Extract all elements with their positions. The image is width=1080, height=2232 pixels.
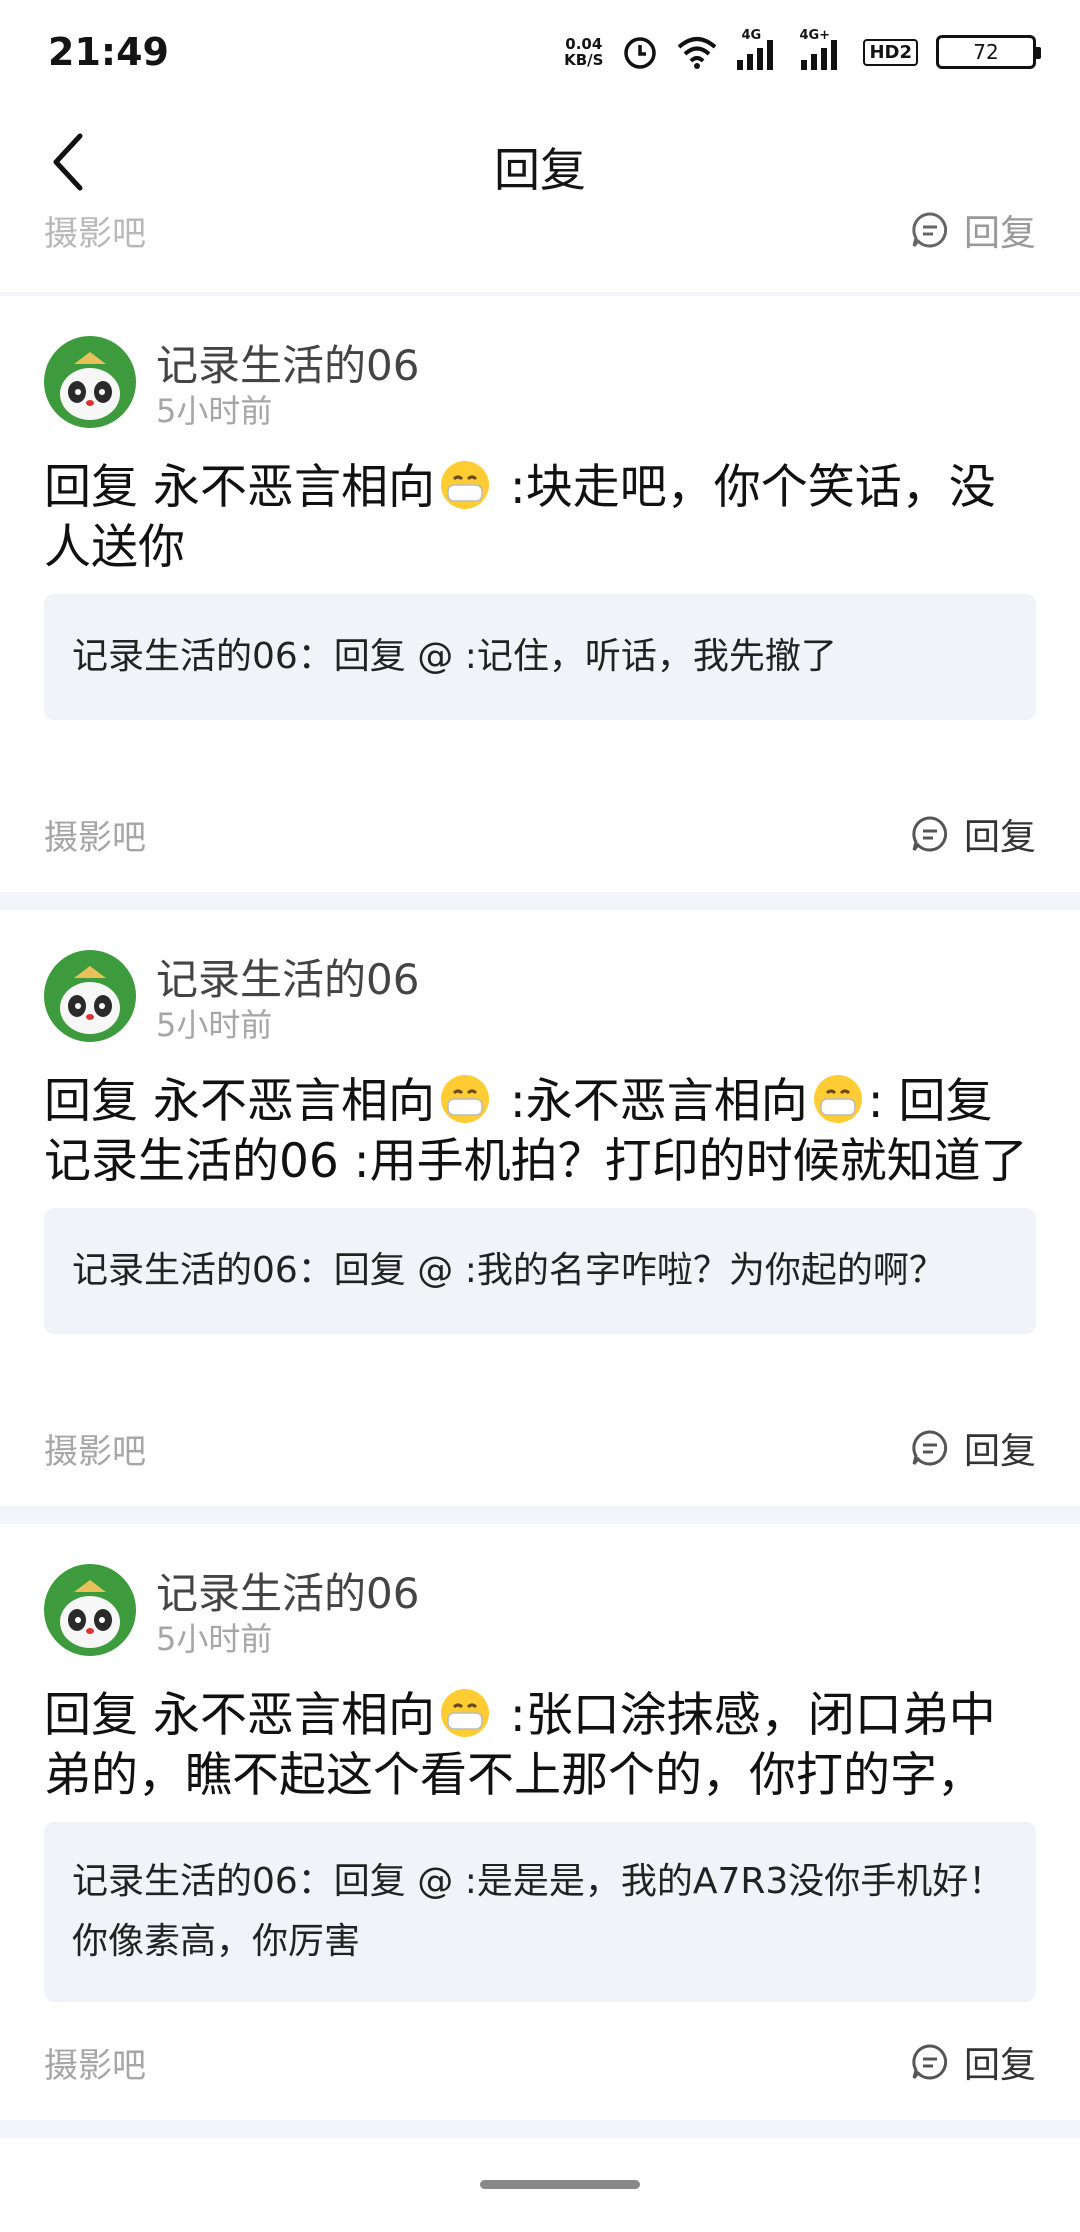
forum-link[interactable]: 摄影吧 [44,206,146,255]
net-speed: 0.04 KB/S [564,36,603,68]
reply-button[interactable]: 回复 [910,204,1036,256]
hd-voice-badge: HD2 [863,38,918,66]
avatar[interactable] [44,336,136,428]
quote-text: 记录生活的06：回复 @ :是是是，我的A7R3没你手机好！你像素高，你厉害 [72,1861,1005,1962]
cell-signal-2: 4G+ [797,28,845,70]
cell-signal-1: 4G [735,28,779,70]
alarm-icon [624,37,657,69]
reply-label: 回复 [963,817,1036,858]
home-indicator[interactable] [480,2180,640,2189]
signal-1-label: 4G [741,28,762,43]
timestamp: 5小时前 [156,1620,273,1658]
page-title: 回复 [494,143,586,197]
username[interactable]: 记录生活的06 [156,946,419,1007]
panda-avatar-icon [44,950,136,1042]
reply-label: 回复 [963,213,1036,254]
reply-label: 回复 [963,1431,1036,1472]
forum-link[interactable]: 摄影吧 [44,2038,146,2087]
net-speed-unit: KB/S [564,51,604,69]
content-prefix: 回复 永不恶言相向 [44,1688,435,1743]
mask-face-emoji-icon [440,1689,489,1737]
forum-link[interactable]: 摄影吧 [44,1424,146,1473]
reply-content[interactable]: 回复 永不恶言相向 :块走吧，你个笑话，没人送你 [44,458,1034,578]
username[interactable]: 记录生活的06 [156,332,419,393]
reply-card: 记录生活的06 5小时前 回复 永不恶言相向 :张口涂抹感，闭口弟中弟的，瞧不起… [0,1524,1080,2120]
reply-button[interactable]: 回复 [910,1422,1036,1474]
signal-2-label: 4G+ [799,28,831,43]
comment-icon [912,1430,948,1466]
battery-level: 72 [973,40,999,64]
quote-text: 记录生活的06：回复 @ :记住，听话，我先撤了 [72,636,837,677]
avatar[interactable] [44,950,136,1042]
reply-card: 记录生活的06 5小时前 回复 永不恶言相向 :块走吧，你个笑话，没人送你 记录… [0,296,1080,892]
reply-button[interactable]: 回复 [910,2036,1036,2088]
content-middle: :永不恶言相向 [494,1074,808,1129]
battery-icon: 72 [936,35,1041,69]
panda-avatar-icon [44,336,136,428]
comment-icon [912,2044,948,2080]
forum-link[interactable]: 摄影吧 [44,810,146,859]
timestamp: 5小时前 [156,1006,273,1044]
content-prefix: 回复 永不恶言相向 [44,1074,435,1129]
reply-label: 回复 [963,2045,1036,2086]
reply-button[interactable]: 回复 [910,808,1036,860]
mask-face-emoji-icon [440,461,489,509]
content-prefix: 回复 永不恶言相向 [44,460,435,515]
nav-bar: 回复 [0,108,1080,216]
net-speed-value: 0.04 [565,35,603,53]
mask-face-emoji-icon [813,1075,862,1123]
panda-avatar-icon [44,1564,136,1656]
reply-card: 记录生活的06 5小时前 回复 永不恶言相向 :永不恶言相向: 回复 记录生活的… [0,910,1080,1506]
avatar[interactable] [44,1564,136,1656]
comment-icon [912,816,948,852]
mask-face-emoji-icon [440,1075,489,1123]
quoted-reply[interactable]: 记录生活的06：回复 @ :我的名字咋啦？为你起的啊？ [44,1208,1036,1334]
wifi-icon [678,37,717,69]
reply-card-partial: 摄影吧 回复 [0,212,1080,292]
reply-content[interactable]: 回复 永不恶言相向 :永不恶言相向: 回复 记录生活的06 :用手机拍？打印的时… [44,1072,1034,1192]
username[interactable]: 记录生活的06 [156,1560,419,1621]
quote-text: 记录生活的06：回复 @ :我的名字咋啦？为你起的啊？ [72,1250,945,1291]
status-bar: 21:49 0.04 KB/S 4G 4G+ HD2 72 [0,0,1080,108]
quoted-reply[interactable]: 记录生活的06：回复 @ :记住，听话，我先撤了 [44,594,1036,720]
status-icons: 0.04 KB/S 4G 4G+ HD2 72 [564,28,1041,74]
reply-content[interactable]: 回复 永不恶言相向 :张口涂抹感，闭口弟中弟的，瞧不起这个看不上那个的，你打的字… [44,1686,1034,1806]
timestamp: 5小时前 [156,392,273,430]
comment-icon [912,212,948,248]
status-time: 21:49 [48,30,169,74]
quoted-reply[interactable]: 记录生活的06：回复 @ :是是是，我的A7R3没你手机好！你像素高，你厉害 [44,1822,1036,2002]
